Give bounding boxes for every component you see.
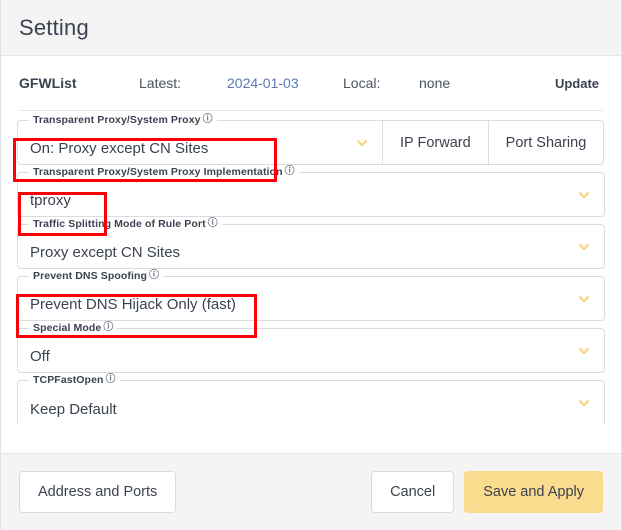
value-prevent-dns-spoofing: Prevent DNS Hijack Only (fast) [30,297,236,313]
port-sharing-button[interactable]: Port Sharing [488,120,605,165]
page-title: Setting [19,14,89,40]
gfwlist-row: GFWList Latest: 2024-01-03 Local: none U… [1,56,621,110]
footer-actions: Cancel Save and Apply [371,471,603,513]
value-traffic-splitting-mode: Proxy except CN Sites [30,245,181,261]
save-and-apply-button[interactable]: Save and Apply [464,471,603,513]
ip-forward-button[interactable]: IP Forward [383,120,489,165]
gfwlist-local-label: Local: [343,75,381,91]
help-icon[interactable]: ⓘ [103,323,113,333]
help-icon[interactable]: ⓘ [149,271,159,281]
select-transparent-proxy[interactable]: Transparent Proxy/System Proxy ⓘ On: Pro… [17,114,383,165]
legend-special-mode: Special Mode ⓘ [29,322,118,334]
legend-proxy-implementation: Transparent Proxy/System Proxy Implement… [29,166,299,178]
help-icon[interactable]: ⓘ [208,219,218,229]
field-row-transparent-proxy: Transparent Proxy/System Proxy ⓘ On: Pro… [17,114,605,165]
field-row-proxy-implementation: Transparent Proxy/System Proxy Implement… [17,166,605,217]
help-icon[interactable]: ⓘ [203,115,213,125]
legend-text: Transparent Proxy/System Proxy Implement… [33,166,283,178]
value-tcp-fast-open: Keep Default [30,402,117,418]
field-row-traffic-splitting-mode: Traffic Splitting Mode of Rule Port ⓘ Pr… [17,218,605,269]
address-and-ports-button[interactable]: Address and Ports [19,471,177,513]
gfwlist-local-value: none [419,75,451,91]
legend-text: Prevent DNS Spoofing [33,270,148,282]
select-traffic-splitting-mode[interactable]: Traffic Splitting Mode of Rule Port ⓘ Pr… [17,218,605,269]
footer-bar: Address and Ports Cancel Save and Apply [1,453,621,530]
legend-text: Traffic Splitting Mode of Rule Port [33,218,206,230]
value-transparent-proxy: On: Proxy except CN Sites [30,141,209,157]
select-special-mode[interactable]: Special Mode ⓘ Off [17,322,605,373]
chevron-down-icon [577,292,591,306]
cancel-button[interactable]: Cancel [371,471,455,513]
legend-tcp-fast-open: TCPFastOpen ⓘ [29,374,120,386]
legend-prevent-dns-spoofing: Prevent DNS Spoofing ⓘ [29,270,164,282]
update-button[interactable]: Update [555,76,603,91]
chevron-down-icon [577,240,591,254]
settings-form: Transparent Proxy/System Proxy ⓘ On: Pro… [1,111,621,425]
field-row-tcp-fast-open: TCPFastOpen ⓘ Keep Default [17,374,605,425]
select-tcp-fast-open[interactable]: TCPFastOpen ⓘ Keep Default [17,374,605,425]
gfwlist-name: GFWList [19,75,77,91]
legend-text: Transparent Proxy/System Proxy [33,114,201,126]
setting-window: Setting GFWList Latest: 2024-01-03 Local… [0,0,622,530]
gfwlist-latest-value[interactable]: 2024-01-03 [227,75,343,91]
legend-text: Special Mode [33,322,102,334]
help-icon[interactable]: ⓘ [106,375,116,385]
chevron-down-icon [577,396,591,410]
gfwlist-latest-label: Latest: [139,75,182,91]
chevron-down-icon [577,188,591,202]
select-prevent-dns-spoofing[interactable]: Prevent DNS Spoofing ⓘ Prevent DNS Hijac… [17,270,605,321]
chevron-down-icon [577,344,591,358]
select-proxy-implementation[interactable]: Transparent Proxy/System Proxy Implement… [17,166,605,217]
field-row-special-mode: Special Mode ⓘ Off [17,322,605,373]
legend-transparent-proxy: Transparent Proxy/System Proxy ⓘ [29,114,217,126]
value-special-mode: Off [30,349,50,365]
value-proxy-implementation: tproxy [30,193,71,209]
chevron-down-icon [355,136,369,150]
help-icon[interactable]: ⓘ [285,167,295,177]
legend-text: TCPFastOpen [33,374,104,386]
field-row-prevent-dns-spoofing: Prevent DNS Spoofing ⓘ Prevent DNS Hijac… [17,270,605,321]
legend-traffic-splitting-mode: Traffic Splitting Mode of Rule Port ⓘ [29,218,222,230]
title-bar: Setting [1,0,621,56]
